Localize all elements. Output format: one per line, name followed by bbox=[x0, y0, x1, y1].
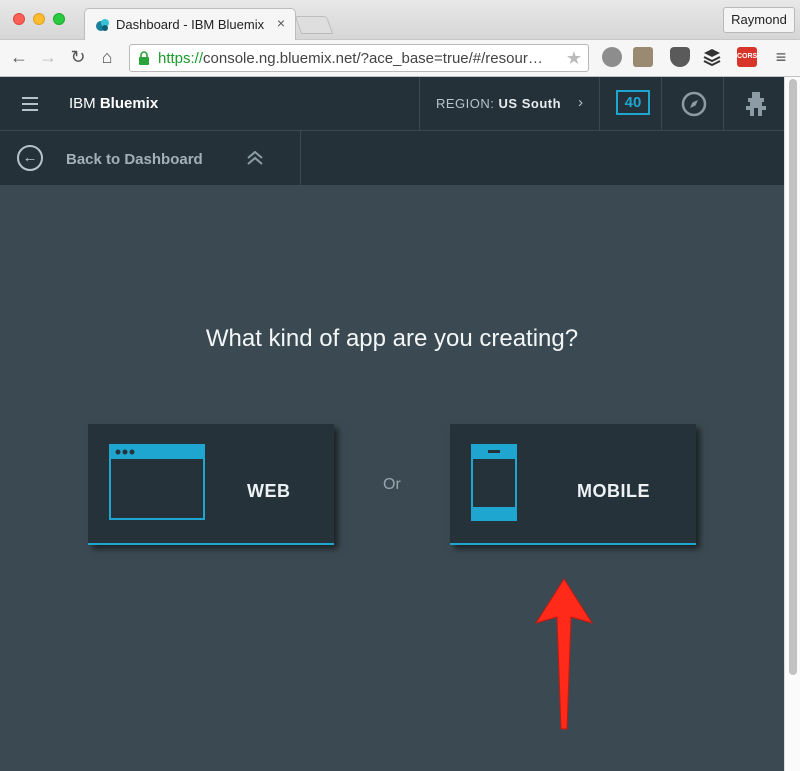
sub-header-divider bbox=[300, 131, 301, 185]
collapse-chevrons-icon[interactable] bbox=[246, 151, 264, 165]
lock-icon bbox=[139, 51, 149, 65]
profile-extension-icon[interactable] bbox=[633, 47, 653, 67]
compass-icon bbox=[681, 91, 707, 117]
cors-extension-icon[interactable]: CORS bbox=[737, 47, 757, 67]
sub-header: ← Back to Dashboard bbox=[0, 131, 784, 185]
ublock-extension-icon[interactable] bbox=[670, 47, 690, 67]
region-label: REGION: bbox=[436, 96, 495, 111]
avatar-icon bbox=[746, 92, 766, 116]
user-avatar-button[interactable] bbox=[724, 77, 786, 131]
layers-extension-icon[interactable] bbox=[702, 47, 722, 67]
hangouts-extension-icon[interactable] bbox=[602, 47, 622, 67]
zoom-window-button[interactable] bbox=[53, 13, 65, 25]
address-bar[interactable]: https://console.ng.bluemix.net/?ace_base… bbox=[129, 44, 589, 72]
main-content: What kind of app are you creating? WEB O… bbox=[0, 185, 784, 771]
profile-button[interactable]: Raymond bbox=[723, 7, 795, 33]
brand-name: Bluemix bbox=[99, 95, 159, 112]
web-label: WEB bbox=[247, 481, 291, 501]
region-value: US South bbox=[498, 96, 562, 111]
page-title: What kind of app are you creating? bbox=[205, 325, 579, 352]
hamburger-menu-icon[interactable] bbox=[22, 97, 38, 111]
brand-logo[interactable]: IBM Bluemix bbox=[69, 95, 158, 112]
browser-tab-active[interactable]: Dashboard - IBM Bluemix × bbox=[84, 8, 296, 41]
notification-count-badge: 40 bbox=[616, 90, 650, 115]
web-app-card[interactable]: WEB bbox=[88, 424, 334, 545]
browser-toolbar: ← → ↻ ⌂ https://console.ng.bluemix.net/?… bbox=[0, 40, 800, 77]
reload-icon[interactable]: ↻ bbox=[67, 46, 89, 68]
back-arrow-icon[interactable]: ← bbox=[8, 46, 30, 68]
mobile-app-card[interactable]: MOBILE bbox=[450, 424, 696, 545]
notifications-button[interactable]: 40 bbox=[600, 77, 662, 131]
tab-close-icon[interactable]: × bbox=[277, 15, 285, 31]
home-icon[interactable]: ⌂ bbox=[96, 46, 118, 68]
brand-prefix: IBM bbox=[69, 95, 96, 112]
url-text: https://console.ng.bluemix.net/?ace_base… bbox=[158, 50, 543, 67]
catalog-button[interactable] bbox=[662, 77, 724, 131]
mobile-phone-icon bbox=[471, 444, 517, 521]
minimize-window-button[interactable] bbox=[33, 13, 45, 25]
back-arrow-circle-icon[interactable]: ← bbox=[17, 145, 43, 171]
app-header: IBM Bluemix REGION: US South › 40 bbox=[0, 77, 784, 131]
chevron-right-icon: › bbox=[578, 94, 583, 111]
browser-window-icon bbox=[109, 444, 205, 520]
annotation-arrow-icon bbox=[534, 578, 594, 730]
tab-title: Dashboard - IBM Bluemix bbox=[116, 17, 265, 32]
back-to-dashboard-link[interactable]: Back to Dashboard bbox=[66, 151, 203, 168]
region-text: REGION: US South bbox=[436, 96, 561, 111]
bluemix-favicon-icon bbox=[96, 19, 109, 31]
url-scheme: https:// bbox=[158, 50, 204, 67]
close-window-button[interactable] bbox=[13, 13, 25, 25]
page-scrollbar[interactable] bbox=[784, 77, 800, 771]
scrollbar-thumb[interactable] bbox=[789, 79, 797, 675]
new-tab-button[interactable] bbox=[294, 16, 334, 34]
bookmark-star-icon[interactable]: ★ bbox=[566, 48, 582, 69]
browser-tab-strip: Dashboard - IBM Bluemix × Raymond bbox=[0, 0, 800, 41]
region-selector[interactable]: REGION: US South › bbox=[419, 77, 600, 131]
url-path: console.ng.bluemix.net/?ace_base=true/#/… bbox=[203, 50, 543, 67]
forward-arrow-icon[interactable]: → bbox=[37, 46, 59, 68]
chrome-menu-icon[interactable]: ≡ bbox=[770, 46, 792, 68]
or-separator: Or bbox=[383, 476, 401, 493]
mobile-label: MOBILE bbox=[577, 481, 650, 501]
